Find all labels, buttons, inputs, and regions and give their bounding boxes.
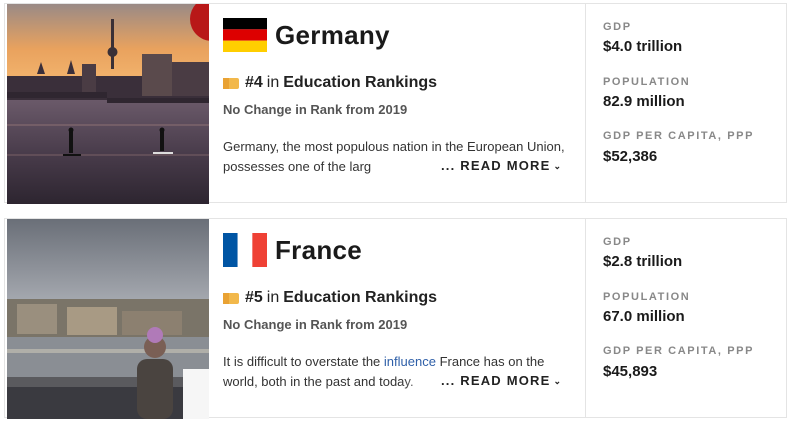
stat-value-gdp-per-capita: $45,893 [603, 363, 658, 380]
card-content: France #5 in Education Rankings No Chang… [223, 219, 585, 419]
stat-value-population: 82.9 million [603, 93, 685, 110]
read-more-label: ... READ MORE [441, 373, 551, 388]
rank-line: #5 in Education Rankings [223, 289, 437, 307]
country-title[interactable]: France [275, 235, 362, 266]
stat-value-gdp: $4.0 trillion [603, 38, 683, 55]
rank-number: #4 [245, 74, 263, 91]
berlin-photo [7, 4, 209, 204]
rank-in: in [266, 74, 280, 91]
rank-line: #4 in Education Rankings [223, 74, 437, 92]
rank-change: No Change in Rank from 2019 [223, 317, 408, 332]
paris-photo [7, 219, 209, 419]
read-more-label: ... READ MORE [441, 158, 551, 173]
stat-label-gdp: GDP [603, 21, 632, 33]
rank-change: No Change in Rank from 2019 [223, 102, 408, 117]
rank-category-link[interactable]: Education Rankings [283, 289, 437, 307]
rank-in: in [266, 289, 280, 306]
rank-number: #5 [245, 289, 263, 306]
country-card-germany[interactable]: Germany #4 in Education Rankings No Chan… [4, 3, 787, 204]
stat-label-gdp-per-capita: GDP PER CAPITA, PPP [603, 345, 755, 357]
stat-label-population: POPULATION [603, 291, 691, 303]
stat-label-gdp-per-capita: GDP PER CAPITA, PPP [603, 130, 755, 142]
stat-value-gdp: $2.8 trillion [603, 253, 683, 270]
rank-category-link[interactable]: Education Rankings [283, 74, 437, 92]
description-text: It is difficult to overstate the [223, 354, 384, 369]
read-more-button[interactable]: ... READ MORE ⌄ [441, 373, 562, 388]
divider [585, 219, 586, 417]
influence-link[interactable]: influence [384, 354, 436, 369]
stat-label-gdp: GDP [603, 236, 632, 248]
germany-flag-icon [223, 18, 267, 52]
card-content: Germany #4 in Education Rankings No Chan… [223, 4, 585, 204]
stat-value-population: 67.0 million [603, 308, 685, 325]
chevron-down-icon: ⌄ [553, 161, 563, 171]
country-title[interactable]: Germany [275, 20, 390, 51]
ranking-badge-icon [223, 292, 239, 304]
country-card-france[interactable]: France #5 in Education Rankings No Chang… [4, 218, 787, 419]
stat-label-population: POPULATION [603, 76, 691, 88]
france-flag-icon [223, 233, 267, 267]
divider [585, 4, 586, 202]
read-more-button[interactable]: ... READ MORE ⌄ [441, 158, 562, 173]
chevron-down-icon: ⌄ [553, 376, 563, 386]
stat-value-gdp-per-capita: $52,386 [603, 148, 658, 165]
ranking-badge-icon [223, 77, 239, 89]
